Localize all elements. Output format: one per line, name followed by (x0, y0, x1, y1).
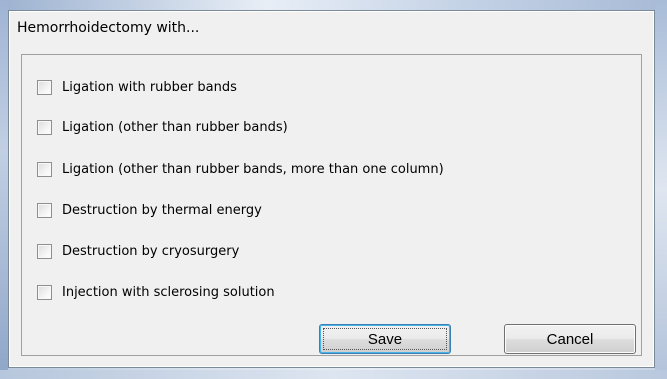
option-destruction-cryosurgery[interactable]: Destruction by cryosurgery (37, 241, 239, 261)
option-ligation-other[interactable]: Ligation (other than rubber bands) (37, 117, 288, 137)
background-window-bottom (0, 370, 667, 379)
option-label: Destruction by thermal energy (62, 202, 262, 218)
checkbox[interactable] (37, 119, 52, 135)
options-group: Ligation with rubber bands Ligation (oth… (21, 54, 642, 356)
checkbox[interactable] (37, 202, 52, 218)
option-label: Destruction by cryosurgery (62, 243, 240, 259)
option-label: Ligation (other than rubber bands, more … (62, 161, 444, 177)
option-ligation-multi-column[interactable]: Ligation (other than rubber bands, more … (37, 159, 444, 179)
cancel-button[interactable]: Cancel (504, 324, 636, 354)
focus-rectangle (323, 328, 447, 350)
background-window-right (655, 0, 667, 379)
background-window-left (0, 0, 8, 379)
dialog-title: Hemorrhoidectomy with... (17, 19, 200, 36)
option-label: Ligation (other than rubber bands) (62, 119, 288, 135)
background-window-top (0, 0, 667, 10)
option-injection-sclerosing[interactable]: Injection with sclerosing solution (37, 282, 275, 302)
option-ligation-rubber-bands[interactable]: Ligation with rubber bands (37, 77, 237, 97)
checkbox[interactable] (37, 161, 52, 177)
cancel-button-label: Cancel (546, 330, 594, 348)
hemorrhoidectomy-dialog: Hemorrhoidectomy with... Ligation with r… (8, 10, 655, 368)
save-button[interactable]: Save (319, 324, 451, 354)
dialog-titlebar[interactable]: Hemorrhoidectomy with... (9, 11, 654, 44)
checkbox[interactable] (37, 243, 52, 259)
checkbox[interactable] (37, 79, 52, 95)
option-label: Injection with sclerosing solution (62, 284, 275, 300)
option-destruction-thermal[interactable]: Destruction by thermal energy (37, 200, 262, 220)
option-label: Ligation with rubber bands (62, 79, 237, 95)
checkbox[interactable] (37, 284, 52, 300)
